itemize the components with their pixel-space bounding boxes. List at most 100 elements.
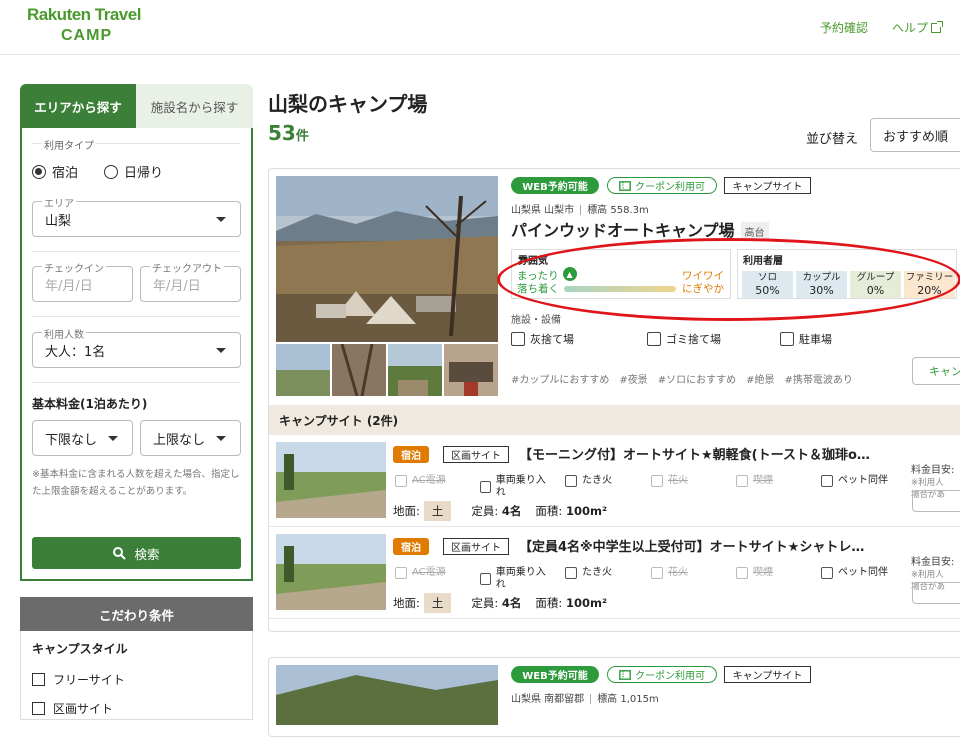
divider: [32, 316, 240, 317]
thumbnail-4[interactable]: [444, 344, 498, 396]
campsite-name[interactable]: パインウッドオートキャンプ場 高台: [511, 217, 769, 241]
reservation-link[interactable]: 予約確認: [820, 19, 868, 36]
atmosphere-left-line1: まったり: [517, 270, 559, 282]
user-segment-couple: カップル 30%: [796, 271, 847, 298]
site-type-badge: 区画サイト: [443, 446, 509, 463]
thumbnail-image: [444, 344, 498, 396]
site-row[interactable]: 宿泊 区画サイト 【定員4名※中学生以上受付可】オートサイト★シャトレ… AC電…: [269, 527, 960, 619]
area-size-label: 面積:: [535, 504, 563, 518]
area-size-value: 100m²: [565, 504, 607, 518]
site-name[interactable]: 【定員4名※中学生以上受付可】オートサイト★シャトレ…: [519, 536, 909, 555]
logo[interactable]: Rakuten Travel CAMP: [27, 6, 167, 44]
feature-label: 車両乗り入れ: [495, 475, 546, 498]
users-title: 利用者層: [743, 256, 783, 267]
feature-label: AC電源: [412, 475, 446, 486]
tab-facility-search[interactable]: 施設名から探す: [136, 84, 253, 128]
capacity-value: 4名: [501, 504, 522, 518]
cigarette-icon: [736, 567, 748, 579]
price-min-select[interactable]: 下限なし: [32, 420, 133, 456]
coupon-badge-label: クーポン利用可: [635, 671, 705, 682]
fireworks-icon: [651, 567, 663, 579]
checkbox-free-site[interactable]: フリーサイト: [32, 671, 125, 688]
hashtags: #カップルにおすすめ #夜景 #ソロにおすすめ #絶景 #携帯電波あり: [511, 375, 853, 386]
campsite-photo-image: [276, 665, 498, 725]
campsite-detail-button[interactable]: キャン: [912, 357, 960, 385]
sort-value: おすすめ順: [883, 129, 949, 145]
site-meta: 地面: 土 定員: 4名 面積: 100m²: [393, 501, 607, 521]
site-select-button[interactable]: [912, 582, 960, 604]
camp-site-badge: キャンプサイト: [724, 666, 811, 683]
ticket-icon: [619, 669, 631, 680]
help-link[interactable]: ヘルプ: [892, 19, 944, 36]
divider: [32, 382, 240, 383]
campsite-main-photo[interactable]: [276, 665, 498, 725]
radio-selected-icon: [32, 164, 46, 179]
camp-style-label: キャンプスタイル: [32, 642, 128, 656]
feature-campfire: たき火: [565, 475, 612, 487]
price-max-select[interactable]: 上限なし: [140, 420, 241, 456]
altitude-text: 標高 1,015m: [597, 694, 659, 705]
site-row[interactable]: 宿泊 区画サイト 【モーニング付】オートサイト★朝軽食(トースト＆珈琲o… AC…: [269, 435, 960, 527]
sort-label: 並び替え: [806, 132, 859, 147]
result-count-number: 53: [268, 121, 296, 145]
location-text: 山梨県 山梨市: [511, 205, 575, 216]
site-photo[interactable]: [276, 534, 386, 610]
site-photo[interactable]: [276, 442, 386, 518]
parking-icon: [780, 332, 794, 346]
thumbnail-image: [332, 344, 386, 396]
facility-label: 灰捨て場: [530, 333, 574, 346]
site-name[interactable]: 【モーニング付】オートサイト★朝軽食(トースト＆珈琲o…: [519, 444, 909, 463]
user-segment-label: グループ: [856, 272, 895, 283]
user-segment-value: 30%: [809, 284, 834, 297]
search-icon: [113, 546, 127, 560]
location-text: 山梨県 南都留郡: [511, 694, 585, 705]
page-title: 山梨のキャンプ場: [268, 92, 428, 116]
facility-label: ゴミ捨て場: [666, 333, 721, 346]
tab-area-search[interactable]: エリアから探す: [20, 84, 136, 128]
user-segment-value: 50%: [755, 284, 780, 297]
cigarette-icon: [736, 475, 748, 487]
pet-icon: [821, 567, 833, 579]
camp-site-badge: キャンプサイト: [724, 177, 811, 194]
price-label: 基本料金(1泊あたり): [32, 397, 148, 411]
radio-stay[interactable]: 宿泊: [32, 162, 78, 181]
user-segment-label: ソロ: [757, 272, 777, 283]
user-segment-solo: ソロ 50%: [742, 271, 793, 298]
atmosphere-left-label: まったり 落ち着く: [517, 270, 559, 296]
feature-label: 喫煙: [753, 475, 773, 486]
campsite-main-photo[interactable]: [276, 176, 498, 342]
atmosphere-box: 雰囲気 まったり 落ち着く ▲ ワイワイ にぎやか: [511, 249, 731, 299]
campsite-photo-image: [276, 176, 498, 342]
campsite-location: 山梨県 山梨市 標高 558.3m: [511, 201, 649, 216]
user-demographics-box: 利用者層 ソロ 50% カップル 30% グループ 0% ファミリー 20%: [737, 249, 957, 299]
thumbnail-3[interactable]: [388, 344, 442, 396]
logo-line2: CAMP: [61, 27, 113, 44]
facility-trash: ゴミ捨て場: [647, 331, 721, 347]
site-select-button[interactable]: [912, 490, 960, 512]
plug-icon: [395, 567, 407, 579]
atmosphere-title: 雰囲気: [518, 256, 548, 267]
user-segment-label: カップル: [802, 272, 841, 283]
feature-car-access: 車両乗り入れ: [480, 567, 548, 591]
radio-day-label: 日帰り: [124, 166, 164, 181]
radio-day-trip[interactable]: 日帰り: [104, 162, 163, 181]
user-segment-value: 20%: [917, 284, 942, 297]
checkbox-kukaku-site[interactable]: 区画サイト: [32, 700, 113, 717]
price-estimate-label: 料金目安:: [911, 465, 955, 476]
feature-ac-power: AC電源: [395, 567, 446, 579]
divider: [590, 694, 592, 704]
chevron-down-icon: [108, 436, 118, 441]
web-booking-badge: WEB予約可能: [511, 666, 599, 683]
area-size-label: 面積:: [535, 596, 563, 610]
area-size-value: 100m²: [565, 596, 607, 610]
feature-label: 車両乗り入れ: [495, 567, 546, 590]
feature-label: たき火: [582, 567, 612, 578]
campfire-icon: [565, 475, 577, 487]
feature-campfire: たき火: [565, 567, 612, 579]
coupon-badge-label: クーポン利用可: [635, 182, 705, 193]
facility-parking: 駐車場: [780, 331, 832, 347]
search-button[interactable]: 検索: [32, 537, 241, 569]
thumbnail-2[interactable]: [332, 344, 386, 396]
thumbnail-1[interactable]: [276, 344, 330, 396]
sort-select[interactable]: おすすめ順: [870, 118, 960, 152]
